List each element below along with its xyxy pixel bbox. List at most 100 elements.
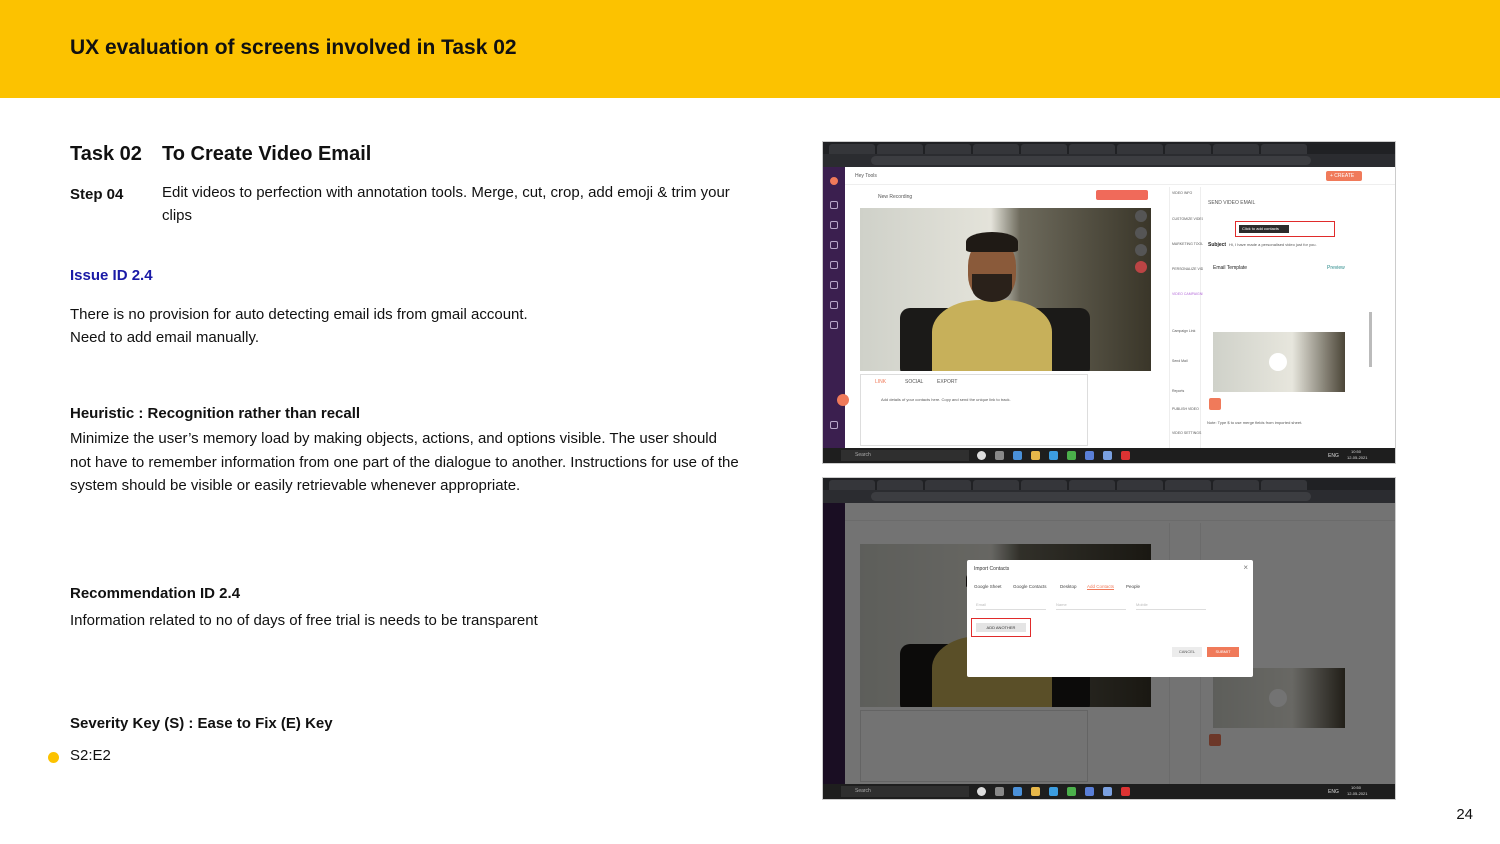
- subject-label: Subject: [1208, 242, 1227, 248]
- browser-tab: [829, 480, 875, 490]
- browser-tab: [877, 480, 923, 490]
- page-title: UX evaluation of screens involved in Tas…: [70, 36, 517, 59]
- severity-dot-icon: [48, 752, 59, 763]
- browser-tab: [925, 144, 971, 154]
- store-icon: [1013, 787, 1022, 796]
- browser-tab: [973, 144, 1019, 154]
- video-options-column: VIDEO INFO CUSTOMIZE VIDEO MARKETING TOO…: [1169, 187, 1208, 449]
- app-icon: [1085, 451, 1094, 460]
- cut-tool-icon: [1135, 244, 1147, 256]
- browser-tab: [1069, 144, 1115, 154]
- close-icon: ×: [1243, 563, 1248, 572]
- tab-desktop: Desktop: [1060, 584, 1077, 589]
- app-icon: [1085, 787, 1094, 796]
- issue-id: Issue ID 2.4: [70, 267, 153, 284]
- cortana-icon: [977, 451, 986, 460]
- browser-tab: [1117, 480, 1163, 490]
- url-field: [871, 492, 1311, 501]
- side-item: CUSTOMIZE VIDEO: [1172, 217, 1205, 221]
- browser-tab: [1021, 480, 1067, 490]
- video-thumbnail: [1213, 332, 1345, 392]
- add-contacts-tooltip: Click to add contacts: [1239, 225, 1289, 233]
- record-icon: [830, 221, 838, 229]
- task-label: Task 02: [70, 143, 142, 165]
- browser-tab: [1021, 144, 1067, 154]
- tab-people: People: [1126, 584, 1141, 589]
- mobile-field: Mobile: [1136, 602, 1206, 610]
- folder-icon: [1031, 787, 1040, 796]
- send-email-heading: SEND VIDEO EMAIL: [1208, 200, 1256, 206]
- side-item: VIDEO SETTINGS: [1172, 431, 1202, 435]
- play-icon: [1269, 353, 1287, 371]
- home-icon: [830, 201, 838, 209]
- store-icon: [1013, 451, 1022, 460]
- app-icon: [1103, 451, 1112, 460]
- share-panel: LINK SOCIAL EXPORT Add details of your c…: [860, 374, 1088, 446]
- edge-icon: [1049, 451, 1058, 460]
- analytics-icon: [830, 281, 838, 289]
- browser-tab-bar: [823, 142, 1395, 154]
- recommendation-text: Information related to no of days of fre…: [70, 612, 538, 629]
- create-label: + CREATE: [1330, 173, 1355, 179]
- step-description: Edit videos to perfection with annotatio…: [162, 184, 730, 224]
- chrome-icon: [1067, 451, 1076, 460]
- screenshot-video-email: Hey Tools + CREATE New Recording LINK SO…: [822, 141, 1396, 464]
- app-header: Hey Tools + CREATE: [845, 167, 1395, 185]
- app-logo-icon: [830, 177, 838, 185]
- severity-value: S2:E2: [70, 747, 111, 764]
- merge-note: Note: Type $ to use merge fields from im…: [1207, 420, 1303, 425]
- address-bar: [823, 154, 1395, 167]
- side-item: Send Mail: [1172, 359, 1188, 363]
- task-title: To Create Video Email: [162, 143, 372, 165]
- folder-icon: [1031, 451, 1040, 460]
- recommendation-title: Recommendation ID 2.4: [70, 585, 241, 602]
- browser-tab: [1069, 480, 1115, 490]
- side-item: Campaign Link: [1172, 329, 1196, 333]
- heuristic-text: Minimize the user’s memory load by makin…: [70, 430, 739, 494]
- pdf-icon: [1121, 787, 1130, 796]
- side-item: VIDEO INFO: [1172, 191, 1193, 195]
- submit-button: SUBMIT: [1207, 647, 1239, 657]
- address-bar: [823, 490, 1395, 503]
- taskbar-search-label: Search: [855, 452, 871, 458]
- browser-tab: [1261, 480, 1307, 490]
- contacts-icon: [830, 261, 838, 269]
- preview-link: Preview: [1327, 265, 1345, 271]
- email-field: Email: [976, 602, 1046, 610]
- step-label: Step 04: [70, 186, 124, 203]
- windows-taskbar: Search ENG 10:50 12-05-2021: [823, 784, 1395, 799]
- issue-line: There is no provision for auto detecting…: [70, 306, 528, 323]
- share-tab-social: SOCIAL: [905, 379, 924, 385]
- browser-tab: [829, 144, 875, 154]
- app-sidebar: [823, 167, 845, 450]
- taskview-icon: [995, 451, 1004, 460]
- chat-icon: [830, 421, 838, 429]
- heuristic-title: Heuristic : Recognition rather than reca…: [70, 405, 361, 422]
- taskbar-search-label: Search: [855, 788, 871, 794]
- app-icon: [1103, 787, 1112, 796]
- severity-title: Severity Key (S) : Ease to Fix (E) Key: [70, 715, 333, 732]
- windows-taskbar: Search ENG 10:50 12-05-2021: [823, 448, 1395, 463]
- modal-overlay: Import Contacts × Google Sheet Google Co…: [823, 503, 1395, 786]
- upload-icon: [1209, 398, 1221, 410]
- browser-tab: [1117, 144, 1163, 154]
- share-hint: Add details of your contacts here. Copy …: [881, 397, 1011, 402]
- video-icon: [830, 241, 838, 249]
- clock-time: 10:50: [1351, 785, 1362, 790]
- browser-tab: [1165, 480, 1211, 490]
- chrome-icon: [1067, 787, 1076, 796]
- modal-title: Import Contacts: [974, 566, 1010, 572]
- annotation-toolbar: [1135, 210, 1147, 274]
- page-number: 24: [1456, 806, 1473, 823]
- taskbar-search: Search: [841, 450, 969, 461]
- tab-add-contacts: Add Contacts: [1087, 584, 1115, 590]
- taskbar-search: Search: [841, 786, 969, 797]
- url-field: [871, 156, 1311, 165]
- record-toggle: [1096, 190, 1148, 200]
- subject-text: Hi, I have made a personalised video jus…: [1229, 242, 1317, 247]
- browser-tab: [973, 480, 1019, 490]
- crop-tool-icon: [1135, 227, 1147, 239]
- browser-tab: [1213, 144, 1259, 154]
- recorded-video: [860, 208, 1151, 371]
- tab-google-contacts: Google Contacts: [1013, 584, 1047, 589]
